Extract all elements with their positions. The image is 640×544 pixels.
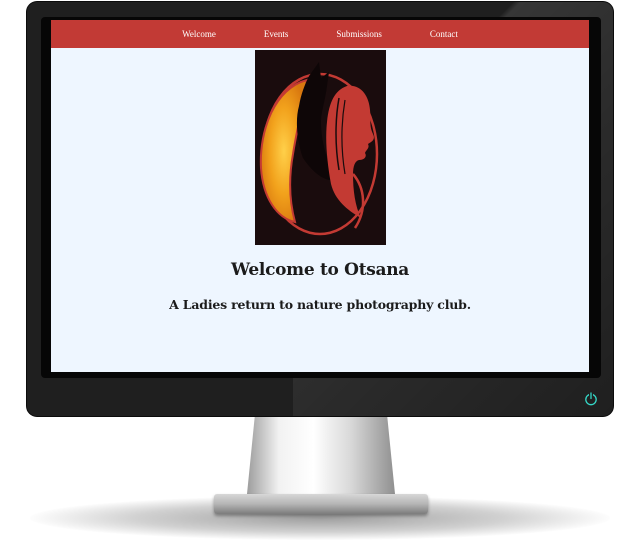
- nav-link-contact[interactable]: Contact: [430, 29, 458, 39]
- website-screen: Welcome Events Submissions Contact Welco…: [51, 20, 589, 372]
- monitor-stand-neck: [246, 414, 396, 504]
- nav-link-submissions[interactable]: Submissions: [336, 29, 382, 39]
- nav-link-welcome[interactable]: Welcome: [182, 29, 216, 39]
- nav-link-events[interactable]: Events: [264, 29, 289, 39]
- power-icon[interactable]: [584, 392, 598, 406]
- nav-bar: Welcome Events Submissions Contact: [51, 20, 589, 48]
- page-heading: Welcome to Otsana: [230, 260, 410, 280]
- wolf-moon-woman-logo: [255, 50, 386, 245]
- monitor-stand-base: [214, 494, 428, 514]
- page-tagline: A Ladies return to nature photography cl…: [169, 297, 471, 312]
